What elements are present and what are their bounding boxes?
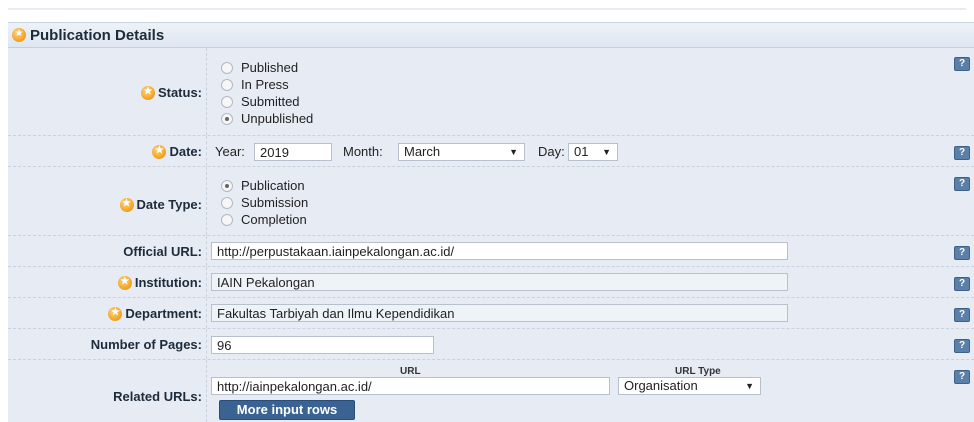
date-row: Date: Year: 2019 Month: March▼ Day: 01▼ … [8,136,974,167]
institution-label: Institution: [117,275,202,291]
status-option-submitted[interactable]: Submitted [221,94,300,109]
section-title: Publication Details [30,27,165,44]
related-url-input[interactable]: http://iainpekalongan.ac.id/ [211,377,610,395]
help-icon[interactable]: ? [954,57,970,71]
date-type-row: Date Type: Publication Submission Comple… [8,167,974,236]
chevron-down-icon: ▼ [509,147,518,157]
year-input[interactable]: 2019 [254,143,332,161]
month-select[interactable]: March ▼ [398,143,525,161]
required-star-icon [108,306,123,321]
status-option-in-press[interactable]: In Press [221,77,289,92]
help-icon[interactable]: ? [954,146,970,160]
help-icon[interactable]: ? [954,339,970,353]
url-type-select[interactable]: Organisation ▼ [618,377,761,395]
more-input-rows-button[interactable]: More input rows [219,400,355,420]
status-option-unpublished[interactable]: Unpublished [221,111,313,126]
status-label: Status: [140,85,202,101]
related-urls-label: Related URLs: [113,389,202,404]
status-row: Status: Published In Press Submitted Unp… [8,48,974,136]
top-divider [8,8,966,10]
month-label: Month: [343,144,383,159]
required-star-icon [12,27,26,42]
help-icon[interactable]: ? [954,277,970,291]
help-icon[interactable]: ? [954,177,970,191]
date-label: Date: [152,144,202,160]
institution-input[interactable]: IAIN Pekalongan [211,273,788,291]
pages-input[interactable]: 96 [211,336,434,354]
help-icon[interactable]: ? [954,246,970,260]
url-column-header: URL [400,366,421,377]
publication-details-panel: Publication Details Status: Published In… [8,22,974,422]
date-type-option-publication[interactable]: Publication [221,178,305,193]
pages-row: Number of Pages: 96 ? [8,329,974,360]
chevron-down-icon: ▼ [745,381,754,391]
pages-label: Number of Pages: [90,337,202,352]
day-label: Day: [538,144,565,159]
department-label: Department: [108,306,202,322]
official-url-row: Official URL: http://perpustakaan.iainpe… [8,236,974,267]
section-header: Publication Details [8,23,974,48]
status-option-published[interactable]: Published [221,60,298,75]
official-url-label: Official URL: [123,244,202,259]
date-type-option-completion[interactable]: Completion [221,212,307,227]
department-row: Department: Fakultas Tarbiyah dan Ilmu K… [8,298,974,329]
help-icon[interactable]: ? [954,370,970,384]
required-star-icon [140,85,155,100]
required-star-icon [119,197,134,212]
official-url-input[interactable]: http://perpustakaan.iainpekalongan.ac.id… [211,242,788,260]
url-type-column-header: URL Type [675,366,721,377]
institution-row: Institution: IAIN Pekalongan ? [8,267,974,298]
related-urls-row: Related URLs: URL URL Type http://iainpe… [8,360,974,422]
year-label: Year: [215,144,245,159]
date-type-label: Date Type: [119,197,202,213]
required-star-icon [117,275,132,290]
day-select[interactable]: 01 ▼ [568,143,618,161]
department-input[interactable]: Fakultas Tarbiyah dan Ilmu Kependidikan [211,304,788,322]
chevron-down-icon: ▼ [602,147,611,157]
date-type-option-submission[interactable]: Submission [221,195,308,210]
required-star-icon [152,144,167,159]
help-icon[interactable]: ? [954,308,970,322]
